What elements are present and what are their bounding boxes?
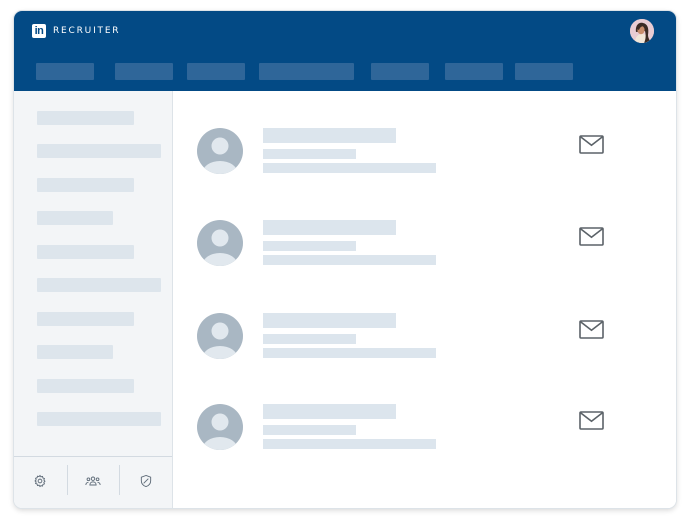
- candidate-title-placeholder: [263, 149, 356, 159]
- sidebar-item[interactable]: [37, 144, 161, 158]
- message-button[interactable]: [579, 320, 604, 339]
- sidebar-item[interactable]: [37, 111, 134, 125]
- candidate-card[interactable]: [173, 220, 676, 280]
- nav-item-4[interactable]: [259, 63, 354, 80]
- nav-item-3[interactable]: [187, 63, 245, 80]
- sidebar-item[interactable]: [37, 178, 134, 192]
- candidate-card[interactable]: [173, 313, 676, 373]
- brand-title: RECRUITER: [53, 26, 121, 36]
- sidebar-item[interactable]: [37, 211, 113, 225]
- people-icon: [85, 474, 101, 493]
- top-header: in RECRUITER: [14, 11, 676, 91]
- sidebar-item[interactable]: [37, 312, 134, 326]
- candidate-detail-placeholder: [263, 439, 436, 449]
- gear-icon: [33, 474, 47, 493]
- candidate-name-placeholder: [263, 128, 396, 143]
- security-button[interactable]: [119, 457, 172, 508]
- envelope-icon: [579, 320, 604, 343]
- people-button[interactable]: [66, 457, 120, 508]
- candidate-list: [173, 91, 676, 508]
- candidate-card[interactable]: [173, 404, 676, 464]
- shield-icon: [139, 474, 153, 493]
- sidebar-item[interactable]: [37, 278, 161, 292]
- message-button[interactable]: [579, 411, 604, 430]
- sidebar-item[interactable]: [37, 379, 134, 393]
- candidate-title-placeholder: [263, 241, 356, 251]
- nav-item-2[interactable]: [115, 63, 173, 80]
- avatar-placeholder-icon: [197, 220, 243, 266]
- sidebar-item[interactable]: [37, 245, 134, 259]
- nav-item-6[interactable]: [445, 63, 503, 80]
- nav-item-5[interactable]: [371, 63, 429, 80]
- candidate-title-placeholder: [263, 334, 356, 344]
- settings-button[interactable]: [14, 457, 67, 508]
- message-button[interactable]: [579, 135, 604, 154]
- avatar-placeholder-icon: [197, 128, 243, 174]
- envelope-icon: [579, 135, 604, 158]
- candidate-title-placeholder: [263, 425, 356, 435]
- sidebar-item[interactable]: [37, 412, 161, 426]
- candidate-detail-placeholder: [263, 163, 436, 173]
- nav-item-7[interactable]: [515, 63, 573, 80]
- sidebar: [14, 91, 173, 508]
- candidate-name-placeholder: [263, 404, 396, 419]
- message-button[interactable]: [579, 227, 604, 246]
- profile-avatar[interactable]: [630, 19, 654, 43]
- candidate-card[interactable]: [173, 128, 676, 188]
- candidate-detail-placeholder: [263, 348, 436, 358]
- candidate-detail-placeholder: [263, 255, 436, 265]
- envelope-icon: [579, 411, 604, 434]
- candidate-name-placeholder: [263, 313, 396, 328]
- avatar-placeholder-icon: [197, 313, 243, 359]
- sidebar-item[interactable]: [37, 345, 113, 359]
- avatar-placeholder-icon: [197, 404, 243, 450]
- recruiter-window: in RECRUITER: [14, 11, 676, 508]
- brand[interactable]: in RECRUITER: [32, 24, 120, 38]
- envelope-icon: [579, 227, 604, 250]
- nav-item-1[interactable]: [36, 63, 94, 80]
- linkedin-logo-icon: in: [32, 24, 46, 38]
- sidebar-footer: [14, 456, 172, 508]
- candidate-name-placeholder: [263, 220, 396, 235]
